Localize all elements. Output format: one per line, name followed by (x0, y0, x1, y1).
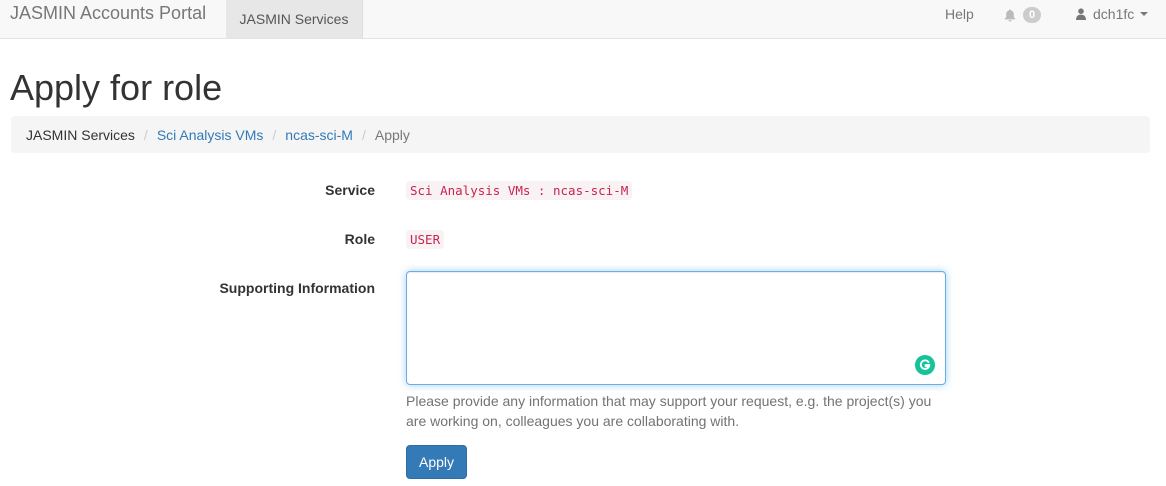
help-text: Please provide any information that may … (406, 393, 932, 429)
breadcrumb-link-ncas-sci-m[interactable]: ncas-sci-M (285, 127, 353, 143)
breadcrumb-separator: / (361, 126, 366, 143)
role-label: Role (344, 231, 375, 247)
role-value: USER (406, 230, 445, 249)
supporting-information-input[interactable] (406, 271, 946, 385)
apply-button[interactable]: Apply (406, 445, 467, 479)
breadcrumb: JASMIN Services / Sci Analysis VMs / nca… (11, 116, 1150, 153)
caret-down-icon (1140, 12, 1149, 16)
breadcrumb-link-sci-analysis-vms[interactable]: Sci Analysis VMs (157, 127, 264, 143)
breadcrumb-separator: / (272, 126, 277, 143)
nav-jasmin-services[interactable]: JASMIN Services (226, 0, 363, 38)
breadcrumb-item-apply: Apply (374, 126, 410, 143)
notifications-button[interactable]: 0 (1004, 6, 1046, 24)
page-title: Apply for role (10, 67, 223, 108)
bell-icon (1004, 9, 1016, 22)
notification-count-badge: 0 (1023, 7, 1042, 23)
user-icon (1076, 8, 1086, 20)
breadcrumb-item-jasmin-services: JASMIN Services (26, 126, 135, 143)
service-label: Service (325, 182, 375, 198)
breadcrumb-separator: / (143, 126, 148, 143)
grammarly-icon[interactable] (915, 355, 935, 375)
supporting-information-label: Supporting Information (219, 280, 375, 296)
nav-help-link[interactable]: Help (945, 6, 974, 22)
service-value: Sci Analysis VMs : ncas-sci-M (406, 181, 633, 200)
username-label: dch1fc (1093, 6, 1135, 22)
user-menu-toggle[interactable]: dch1fc (1076, 6, 1149, 22)
top-navbar: JASMIN Accounts Portal JASMIN Services H… (0, 0, 1166, 39)
brand-link[interactable]: JASMIN Accounts Portal (10, 4, 206, 22)
